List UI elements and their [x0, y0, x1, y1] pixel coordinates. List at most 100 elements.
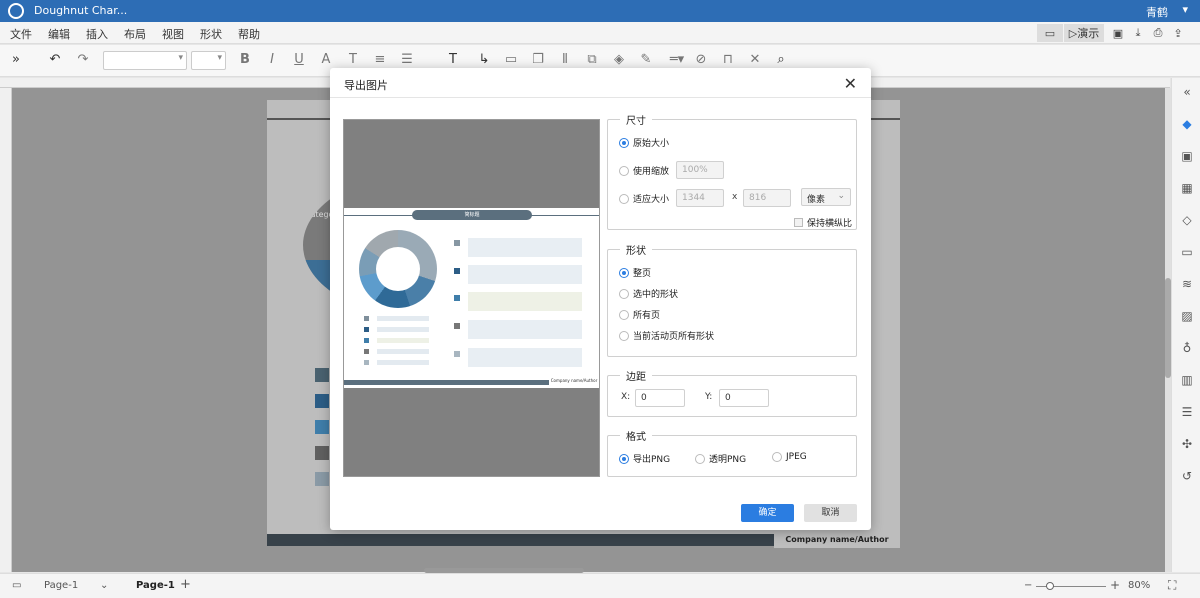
- undo-icon[interactable]: ↶: [46, 52, 64, 67]
- presentation-icon[interactable]: ▭: [1179, 244, 1195, 260]
- menu-file[interactable]: 文件: [10, 26, 32, 42]
- keep-ratio-checkbox[interactable]: 保持横纵比: [794, 216, 852, 229]
- radio-whole-page[interactable]: 整页: [619, 266, 651, 279]
- redo-icon[interactable]: ↷: [74, 52, 92, 67]
- history-icon[interactable]: ↺: [1179, 468, 1195, 484]
- print-icon[interactable]: ⎙: [1150, 24, 1166, 42]
- search-icon[interactable]: ⌕: [772, 52, 790, 67]
- image-icon[interactable]: ▨: [1179, 308, 1195, 324]
- margin-y-input[interactable]: 0: [719, 389, 769, 407]
- underline-icon[interactable]: U: [290, 52, 308, 67]
- width-input[interactable]: 1344: [676, 189, 724, 207]
- shape-icon[interactable]: ▭: [502, 52, 520, 67]
- text-style-icon[interactable]: T: [344, 52, 362, 67]
- brush-icon[interactable]: ✎: [637, 52, 655, 67]
- radio-dot[interactable]: [619, 193, 629, 204]
- page-panel-icon[interactable]: ▭: [12, 580, 21, 591]
- radio-all-pages[interactable]: 所有页: [619, 308, 660, 321]
- zoom-level[interactable]: 80%: [1128, 580, 1150, 591]
- export-preview: 简标题 Company name/Author: [343, 119, 600, 477]
- unit-select[interactable]: 像素 ⌄: [801, 188, 851, 206]
- lock-icon[interactable]: ⊓: [719, 52, 737, 67]
- collapse-panel-icon[interactable]: «: [1179, 84, 1195, 100]
- italic-icon[interactable]: I: [263, 52, 281, 67]
- radio-dot[interactable]: [619, 453, 629, 464]
- chevron-down-icon[interactable]: ⌄: [100, 580, 108, 591]
- radio-jpeg[interactable]: JPEG: [772, 452, 807, 462]
- line-style-icon[interactable]: ═▾: [664, 52, 690, 67]
- expand-icon[interactable]: »: [7, 52, 25, 67]
- radio-selected-shapes[interactable]: 选中的形状: [619, 287, 678, 300]
- no-style-icon[interactable]: ⊘: [692, 52, 710, 67]
- zoom-out-icon[interactable]: −: [1024, 580, 1032, 591]
- building-icon[interactable]: ▥: [1179, 372, 1195, 388]
- chevron-down-icon[interactable]: ▾: [1182, 3, 1188, 16]
- font-size-select[interactable]: [191, 51, 226, 70]
- fill-style-icon[interactable]: ◆: [1179, 116, 1195, 132]
- user-name[interactable]: 青鹤: [1146, 4, 1168, 20]
- radio-dot[interactable]: [619, 165, 629, 176]
- present-button[interactable]: ▷ 演示: [1064, 24, 1104, 42]
- save-icon[interactable]: ▣: [1110, 24, 1126, 42]
- margin-x-input[interactable]: 0: [635, 389, 685, 407]
- page-tab[interactable]: Page-1: [136, 580, 175, 591]
- radio-original-size[interactable]: 原始大小: [619, 136, 669, 149]
- cancel-button[interactable]: 取消: [804, 504, 857, 522]
- fill-icon[interactable]: ◈: [610, 52, 628, 67]
- scale-input[interactable]: 100%: [676, 161, 724, 179]
- height-input[interactable]: 816: [743, 189, 791, 207]
- checkbox-box[interactable]: [794, 218, 803, 227]
- group-icon[interactable]: ⧉: [583, 52, 601, 67]
- distribute-icon[interactable]: ⫴: [556, 52, 574, 67]
- fullscreen-icon[interactable]: ⛶: [1168, 578, 1176, 593]
- font-color-icon[interactable]: A: [317, 52, 335, 67]
- preview-text-block: [468, 320, 582, 339]
- grid-icon[interactable]: ▦: [1179, 180, 1195, 196]
- zoom-in-icon[interactable]: +: [1110, 578, 1120, 592]
- radio-dot[interactable]: [695, 453, 705, 464]
- legend-swatch: [315, 472, 329, 486]
- download-icon[interactable]: ⤓: [1130, 24, 1146, 42]
- menu-edit[interactable]: 编辑: [48, 26, 70, 42]
- font-family-select[interactable]: [103, 51, 187, 70]
- connector-icon[interactable]: ↳: [475, 52, 493, 67]
- radio-dot[interactable]: [619, 137, 629, 148]
- align-icon[interactable]: ≡: [371, 52, 389, 67]
- page-setup-icon[interactable]: ▣: [1179, 148, 1195, 164]
- menu-shape[interactable]: 形状: [200, 26, 222, 42]
- app-title: Doughnut Char...: [34, 4, 128, 17]
- text-box-icon[interactable]: T: [444, 52, 462, 67]
- company-label: Company name/Author: [774, 532, 900, 548]
- zoom-slider-thumb[interactable]: [1046, 582, 1054, 590]
- bold-icon[interactable]: B: [236, 52, 254, 67]
- radio-dot[interactable]: [619, 309, 629, 320]
- radio-dot[interactable]: [619, 330, 629, 341]
- radio-fit-size[interactable]: 适应大小: [619, 192, 669, 205]
- tools-icon[interactable]: ✕: [746, 52, 764, 67]
- radio-use-scale[interactable]: 使用缩放: [619, 164, 669, 177]
- line-spacing-icon[interactable]: ☰: [398, 52, 416, 67]
- menu-help[interactable]: 帮助: [238, 26, 260, 42]
- preview-legend-swatch: [364, 349, 369, 354]
- add-page-icon[interactable]: +: [180, 577, 191, 592]
- menu-view[interactable]: 视图: [162, 26, 184, 42]
- share-icon[interactable]: ⇪: [1170, 24, 1186, 42]
- org-chart-icon[interactable]: ♁: [1179, 340, 1195, 356]
- radio-dot[interactable]: [619, 267, 629, 278]
- menu-layout[interactable]: 布局: [124, 26, 146, 42]
- menu-insert[interactable]: 插入: [86, 26, 108, 42]
- page-select[interactable]: Page-1: [44, 580, 78, 591]
- close-icon[interactable]: ✕: [844, 74, 857, 93]
- radio-dot[interactable]: [619, 288, 629, 299]
- layers-icon[interactable]: ◇: [1179, 212, 1195, 228]
- radio-current-page-shapes[interactable]: 当前活动页所有形状: [619, 329, 714, 342]
- radio-dot[interactable]: [772, 452, 782, 462]
- mindmap-icon[interactable]: ✣: [1179, 436, 1195, 452]
- arrange-icon[interactable]: ❐: [529, 52, 547, 67]
- outline-icon[interactable]: ☰: [1179, 404, 1195, 420]
- ok-button[interactable]: 确定: [741, 504, 794, 522]
- radio-transparent-png[interactable]: 透明PNG: [695, 452, 746, 465]
- radio-png[interactable]: 导出PNG: [619, 452, 670, 465]
- database-icon[interactable]: ≋: [1179, 276, 1195, 292]
- present-mode-icon[interactable]: ▭: [1037, 24, 1063, 42]
